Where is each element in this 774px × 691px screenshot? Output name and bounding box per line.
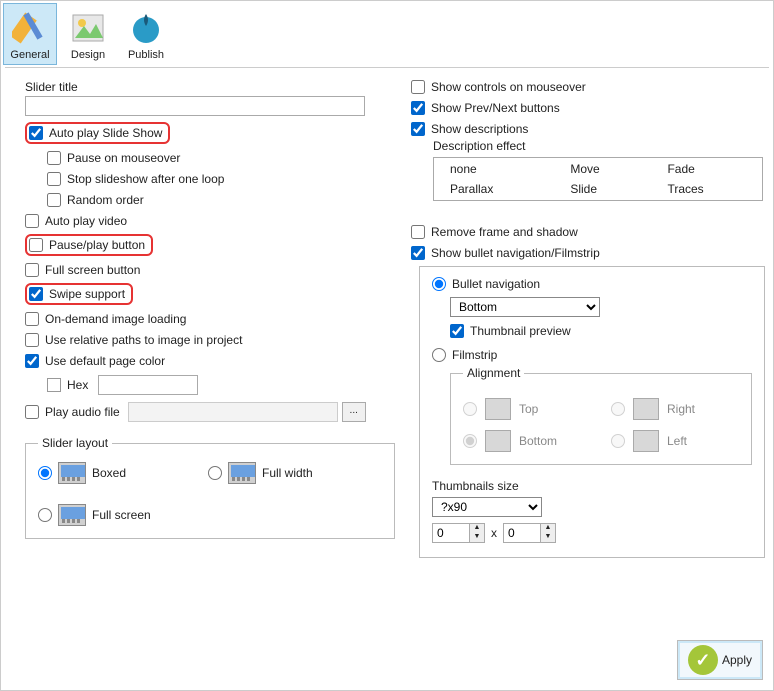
- align-thumb-icon: [485, 398, 511, 420]
- desc-effect-label: Description effect: [433, 139, 526, 153]
- tab-label: Publish: [128, 49, 164, 61]
- tab-label: General: [10, 49, 49, 61]
- fullscreen-button-checkbox[interactable]: [25, 263, 39, 277]
- pause-mouseover-checkbox[interactable]: [47, 151, 61, 165]
- align-top: Top: [463, 398, 591, 420]
- thumb-size-preset[interactable]: ?x90: [432, 497, 542, 517]
- remove-frame-checkbox[interactable]: [411, 225, 425, 239]
- tab-publish[interactable]: Publish: [119, 3, 173, 65]
- tab-design[interactable]: Design: [61, 3, 115, 65]
- show-prevnext-checkbox[interactable]: [411, 101, 425, 115]
- publish-icon: [126, 8, 166, 48]
- show-bulletnav-checkbox[interactable]: [411, 246, 425, 260]
- bullet-nav-radio[interactable]: [432, 277, 446, 291]
- pause-mouseover-label: Pause on mouseover: [67, 151, 180, 165]
- stop-oneloop-checkbox[interactable]: [47, 172, 61, 186]
- layout-boxed[interactable]: Boxed: [38, 462, 188, 484]
- nav-group: Bullet navigation Bottom Thumbnail previ…: [419, 266, 765, 558]
- spinner-buttons[interactable]: ▲▼: [470, 523, 485, 543]
- wrench-icon: [10, 8, 50, 48]
- layout-thumb-icon: [228, 462, 256, 484]
- relpaths-checkbox[interactable]: [25, 333, 39, 347]
- show-controls-checkbox[interactable]: [411, 80, 425, 94]
- bullet-position-select[interactable]: Bottom: [450, 297, 600, 317]
- apply-button[interactable]: ✓ Apply: [677, 640, 763, 680]
- stop-oneloop-label: Stop slideshow after one loop: [67, 172, 224, 186]
- thumb-size-label: Thumbnails size: [432, 479, 519, 493]
- align-left: Left: [611, 430, 739, 452]
- align-right: Right: [611, 398, 739, 420]
- image-icon: [68, 8, 108, 48]
- alignment-group: Alignment Top Right Bottom Left: [450, 366, 752, 465]
- thumb-width-input[interactable]: [432, 523, 470, 543]
- filmstrip-label: Filmstrip: [452, 348, 497, 362]
- layout-fullwidth[interactable]: Full width: [208, 462, 358, 484]
- autoplay-checkbox[interactable]: [29, 126, 43, 140]
- pauseplay-label: Pause/play button: [49, 238, 145, 252]
- thumb-height-input[interactable]: [503, 523, 541, 543]
- autoplay-video-checkbox[interactable]: [25, 214, 39, 228]
- slider-title-input[interactable]: [25, 96, 365, 116]
- random-order-checkbox[interactable]: [47, 193, 61, 207]
- slider-title-label: Slider title: [25, 80, 395, 94]
- browse-button[interactable]: ...: [342, 402, 366, 422]
- random-order-label: Random order: [67, 193, 144, 207]
- tab-label: Design: [71, 49, 105, 61]
- tab-general[interactable]: General: [3, 3, 57, 65]
- defaultcolor-label: Use default page color: [45, 354, 165, 368]
- ondemand-checkbox[interactable]: [25, 312, 39, 326]
- ondemand-label: On-demand image loading: [45, 312, 186, 326]
- show-desc-label: Show descriptions: [431, 122, 528, 136]
- audio-label: Play audio file: [45, 405, 120, 419]
- defaultcolor-checkbox[interactable]: [25, 354, 39, 368]
- show-bulletnav-label: Show bullet navigation/Filmstrip: [431, 246, 600, 260]
- audio-checkbox[interactable]: [25, 405, 39, 419]
- align-thumb-icon: [633, 430, 659, 452]
- filmstrip-radio[interactable]: [432, 348, 446, 362]
- autoplay-highlight: Auto play Slide Show: [25, 122, 170, 144]
- swipe-highlight: Swipe support: [25, 283, 133, 305]
- layout-thumb-icon: [58, 504, 86, 526]
- autoplay-label: Auto play Slide Show: [49, 126, 162, 140]
- thumb-preview-label: Thumbnail preview: [470, 324, 571, 338]
- pauseplay-checkbox[interactable]: [29, 238, 43, 252]
- show-controls-label: Show controls on mouseover: [431, 80, 586, 94]
- audio-path-input: [128, 402, 338, 422]
- swipe-label: Swipe support: [49, 287, 125, 301]
- fullscreen-button-label: Full screen button: [45, 263, 140, 277]
- bullet-nav-label: Bullet navigation: [452, 277, 540, 291]
- alignment-legend: Alignment: [463, 366, 524, 380]
- pauseplay-highlight: Pause/play button: [25, 234, 153, 256]
- remove-frame-label: Remove frame and shadow: [431, 225, 578, 239]
- show-desc-checkbox[interactable]: [411, 122, 425, 136]
- align-thumb-icon: [633, 398, 659, 420]
- autoplay-video-label: Auto play video: [45, 214, 127, 228]
- spinner-buttons[interactable]: ▲▼: [541, 523, 556, 543]
- thumb-preview-checkbox[interactable]: [450, 324, 464, 338]
- layout-fullscreen[interactable]: Full screen: [38, 504, 188, 526]
- swipe-checkbox[interactable]: [29, 287, 43, 301]
- layout-thumb-icon: [58, 462, 86, 484]
- slider-layout-group: Slider layout Boxed Full width Full scre…: [25, 436, 395, 539]
- align-bottom: Bottom: [463, 430, 591, 452]
- show-prevnext-label: Show Prev/Next buttons: [431, 101, 560, 115]
- x-label: x: [491, 526, 497, 540]
- check-icon: ✓: [688, 645, 718, 675]
- hex-input[interactable]: [98, 375, 198, 395]
- align-thumb-icon: [485, 430, 511, 452]
- apply-label: Apply: [722, 653, 752, 667]
- hex-swatch[interactable]: [47, 378, 61, 392]
- hex-label: Hex: [67, 378, 88, 392]
- desc-effect-list[interactable]: noneMoveFade ParallaxSlideTraces: [433, 157, 763, 201]
- layout-legend: Slider layout: [38, 436, 112, 450]
- relpaths-label: Use relative paths to image in project: [45, 333, 242, 347]
